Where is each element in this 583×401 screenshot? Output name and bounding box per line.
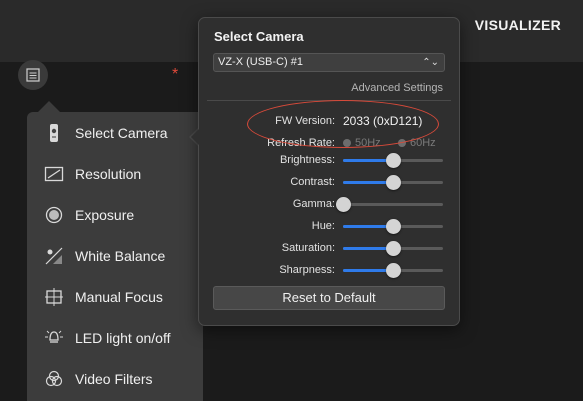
camera-icon bbox=[41, 123, 67, 143]
sidebar-item-white-balance[interactable]: White Balance bbox=[27, 235, 203, 276]
resolution-icon bbox=[41, 164, 67, 184]
sidebar-item-led-light[interactable]: LED light on/off bbox=[27, 317, 203, 358]
slider-knob[interactable] bbox=[386, 241, 401, 256]
refresh-50hz-radio[interactable]: 50Hz bbox=[343, 137, 381, 149]
gamma-row: Gamma: bbox=[199, 196, 459, 214]
slider-knob[interactable] bbox=[386, 175, 401, 190]
sidebar-item-label: LED light on/off bbox=[75, 329, 171, 346]
exposure-icon bbox=[41, 205, 67, 225]
brightness-slider[interactable] bbox=[343, 153, 443, 168]
sharpness-label: Sharpness: bbox=[279, 264, 335, 276]
gamma-slider[interactable] bbox=[336, 197, 443, 212]
camera-select-value: VZ-X (USB-C) #1 bbox=[218, 56, 303, 68]
saturation-row: Saturation: bbox=[199, 240, 459, 258]
panel-title: Select Camera bbox=[214, 29, 304, 44]
slider-knob[interactable] bbox=[386, 219, 401, 234]
sidebar-item-label: Manual Focus bbox=[75, 288, 163, 305]
select-camera-panel: Select Camera VZ-X (USB-C) #1 ⌃⌄ Advance… bbox=[198, 17, 460, 326]
sidebar-item-label: Video Filters bbox=[75, 370, 153, 387]
menu-button[interactable] bbox=[18, 60, 48, 90]
saturation-label: Saturation: bbox=[281, 242, 335, 254]
panel-arrow-inner bbox=[191, 128, 200, 146]
red-star-marker: * bbox=[172, 66, 179, 83]
radio-icon bbox=[343, 139, 351, 147]
sidebar-item-resolution[interactable]: Resolution bbox=[27, 153, 203, 194]
slider-knob[interactable] bbox=[336, 197, 351, 212]
focus-icon bbox=[41, 287, 67, 307]
slider-knob[interactable] bbox=[386, 263, 401, 278]
hue-slider[interactable] bbox=[343, 219, 443, 234]
menu-icon bbox=[26, 68, 40, 82]
sidebar-menu: Select Camera Resolution Exposure White … bbox=[27, 112, 203, 401]
fw-version-row: FW Version: 2033 (0xD121) bbox=[199, 113, 459, 131]
led-icon bbox=[41, 328, 67, 348]
refresh-rate-label: Refresh Rate: bbox=[267, 137, 335, 149]
radio-label: 60Hz bbox=[410, 137, 436, 149]
sidebar-item-video-filters[interactable]: Video Filters bbox=[27, 358, 203, 399]
contrast-row: Contrast: bbox=[199, 174, 459, 192]
radio-icon bbox=[398, 139, 406, 147]
sidebar-item-exposure[interactable]: Exposure bbox=[27, 194, 203, 235]
slider-knob[interactable] bbox=[386, 153, 401, 168]
sidebar-item-label: Exposure bbox=[75, 206, 135, 223]
contrast-slider[interactable] bbox=[343, 175, 443, 190]
fw-version-label: FW Version: bbox=[275, 115, 335, 127]
saturation-slider[interactable] bbox=[343, 241, 443, 256]
advanced-settings-link[interactable]: Advanced Settings bbox=[351, 82, 443, 94]
sidebar-item-label: White Balance bbox=[75, 247, 166, 264]
hue-label: Hue: bbox=[311, 220, 335, 232]
sidebar-caret bbox=[38, 101, 60, 112]
radio-label: 50Hz bbox=[355, 137, 381, 149]
refresh-rate-row: Refresh Rate: 50Hz 60Hz bbox=[199, 135, 459, 153]
sharpness-slider[interactable] bbox=[343, 263, 443, 278]
white-balance-icon bbox=[41, 246, 67, 266]
gamma-label: Gamma: bbox=[292, 198, 335, 210]
sidebar-item-manual-focus[interactable]: Manual Focus bbox=[27, 276, 203, 317]
sidebar-item-label: Resolution bbox=[75, 165, 142, 182]
refresh-60hz-radio[interactable]: 60Hz bbox=[398, 137, 436, 149]
hue-row: Hue: bbox=[199, 218, 459, 236]
contrast-label: Contrast: bbox=[290, 176, 335, 188]
sharpness-row: Sharpness: bbox=[199, 262, 459, 280]
reset-to-default-button[interactable]: Reset to Default bbox=[213, 286, 445, 310]
brightness-label: Brightness: bbox=[279, 154, 335, 166]
sidebar-item-select-camera[interactable]: Select Camera bbox=[27, 112, 203, 153]
camera-select[interactable]: VZ-X (USB-C) #1 ⌃⌄ bbox=[213, 53, 445, 72]
divider bbox=[207, 100, 451, 101]
fw-version-value: 2033 (0xD121) bbox=[343, 114, 423, 128]
sidebar-item-label: Select Camera bbox=[75, 124, 168, 141]
select-chevron-icon: ⌃⌄ bbox=[422, 57, 439, 68]
brightness-row: Brightness: bbox=[199, 152, 459, 170]
app-title: VISUALIZER bbox=[474, 17, 561, 33]
filters-icon bbox=[41, 369, 67, 389]
